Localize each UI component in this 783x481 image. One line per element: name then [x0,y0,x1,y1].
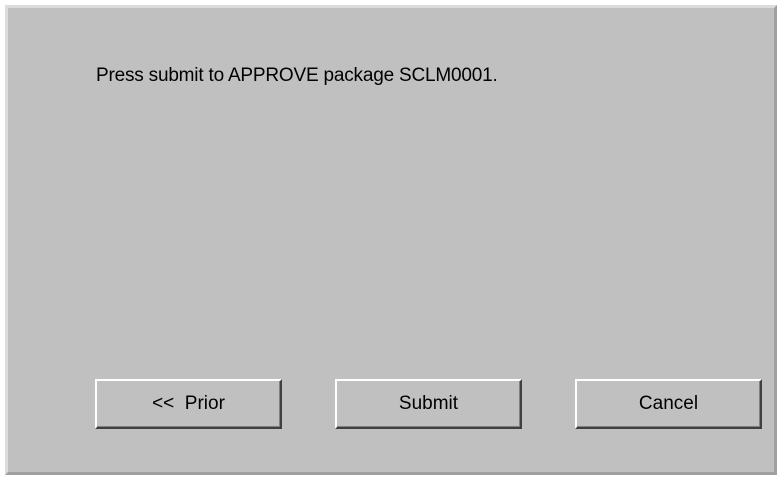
prior-button[interactable]: << Prior [95,379,282,429]
cancel-button-label: Cancel [638,393,699,414]
approve-message: Press submit to APPROVE package SCLM0001… [96,65,498,86]
submit-button[interactable]: Submit [335,379,522,429]
cancel-button[interactable]: Cancel [575,379,762,429]
approve-dialog: Press submit to APPROVE package SCLM0001… [5,5,777,475]
submit-button-label: Submit [398,393,459,414]
prior-button-label: << Prior [152,393,225,414]
